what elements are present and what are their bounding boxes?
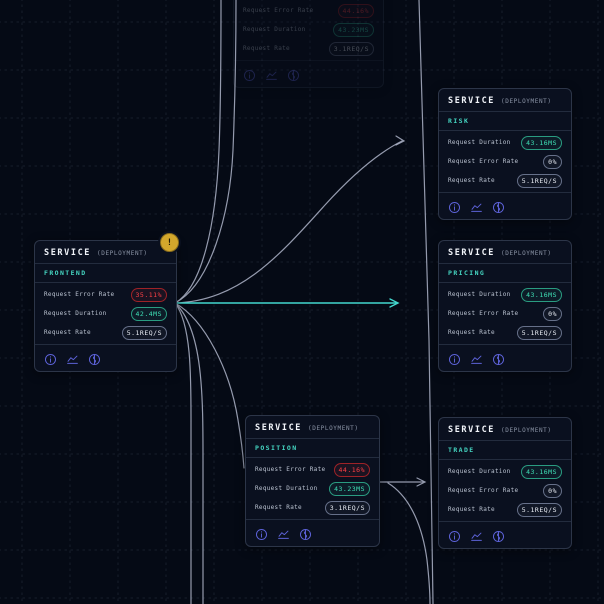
chart-icon[interactable] bbox=[277, 526, 290, 539]
info-icon[interactable] bbox=[448, 528, 461, 543]
service-graph-canvas[interactable]: SERVICE (DEPLOYMENT) Request Error Rate … bbox=[0, 0, 604, 604]
info-icon[interactable] bbox=[448, 199, 461, 214]
edge-frontend-top-a bbox=[174, 0, 222, 304]
metric-row: Request Error Rate 0% bbox=[439, 304, 571, 323]
edge-branch-down bbox=[387, 482, 431, 604]
chart-icon[interactable] bbox=[470, 199, 483, 212]
metric-label: Request Error Rate bbox=[255, 466, 326, 473]
metric-badge: 43.23MS bbox=[329, 481, 370, 496]
metric-row: Request Duration 43.16MS bbox=[439, 462, 571, 481]
brain-icon[interactable] bbox=[492, 199, 505, 214]
card-title: SERVICE bbox=[255, 423, 303, 433]
metric-row: Request Duration 43.16MS bbox=[439, 133, 571, 152]
card-title: SERVICE bbox=[44, 248, 92, 258]
card-type: (DEPLOYMENT) bbox=[501, 427, 552, 434]
metric-row: Request Duration 43.16MS bbox=[439, 285, 571, 304]
metric-badge: 43.16MS bbox=[521, 287, 562, 302]
chart-icon[interactable] bbox=[470, 351, 483, 364]
info-icon[interactable] bbox=[255, 526, 268, 541]
metric-row: Request Error Rate 44.16% bbox=[246, 460, 379, 479]
metric-label: Request Error Rate bbox=[448, 487, 519, 494]
service-name: FRONTEND bbox=[35, 264, 176, 283]
service-name: TRADE bbox=[439, 441, 571, 460]
card-type: (DEPLOYMENT) bbox=[501, 98, 552, 105]
metric-badge: 43.16MS bbox=[521, 464, 562, 479]
service-card-pricing[interactable]: SERVICE (DEPLOYMENT) PRICING Request Dur… bbox=[438, 240, 572, 372]
service-card-risk[interactable]: SERVICE (DEPLOYMENT) RISK Request Durati… bbox=[438, 88, 572, 220]
metric-label: Request Duration bbox=[255, 485, 318, 492]
metric-label: Request Rate bbox=[255, 504, 302, 511]
metric-row: Request Error Rate 35.11% bbox=[35, 285, 176, 304]
metric-badge: 44.16% bbox=[333, 462, 370, 477]
metric-badge: 42.4MS bbox=[130, 306, 167, 321]
metric-row: Request Rate 5.1REQ/S bbox=[35, 323, 176, 342]
metric-badge: 0% bbox=[543, 154, 562, 169]
metric-badge: 0% bbox=[543, 483, 562, 498]
metric-row: Request Rate 5.1REQ/S bbox=[439, 323, 571, 342]
warning-badge[interactable]: ! bbox=[160, 233, 179, 252]
metric-row: Request Duration 42.4MS bbox=[35, 304, 176, 323]
card-title: SERVICE bbox=[448, 248, 496, 258]
metric-label: Request Error Rate bbox=[44, 291, 115, 298]
edge-frontend-down-a bbox=[174, 302, 192, 604]
metric-badge: 0% bbox=[543, 306, 562, 321]
metric-badge: 43.16MS bbox=[521, 135, 562, 150]
metric-label: Request Duration bbox=[44, 310, 107, 317]
metric-label: Request Duration bbox=[448, 468, 511, 475]
metric-label: Request Rate bbox=[448, 177, 495, 184]
metric-badge: 35.11% bbox=[130, 287, 167, 302]
metric-row: Request Error Rate 0% bbox=[439, 152, 571, 171]
service-card-trade[interactable]: SERVICE (DEPLOYMENT) TRADE Request Durat… bbox=[438, 417, 572, 549]
metric-label: Request Error Rate bbox=[448, 310, 519, 317]
metric-row: Request Rate 5.1REQ/S bbox=[439, 500, 571, 519]
info-icon[interactable] bbox=[44, 351, 57, 366]
card-type: (DEPLOYMENT) bbox=[97, 250, 148, 257]
service-card-position[interactable]: SERVICE (DEPLOYMENT) POSITION Request Er… bbox=[245, 415, 380, 547]
metric-label: Request Duration bbox=[448, 139, 511, 146]
metric-badge: 5.1REQ/S bbox=[516, 502, 562, 517]
brain-icon[interactable] bbox=[88, 351, 101, 366]
metric-label: Request Error Rate bbox=[448, 158, 519, 165]
info-icon[interactable] bbox=[448, 351, 461, 366]
edge-long-right bbox=[418, 0, 434, 604]
brain-icon[interactable] bbox=[299, 526, 312, 541]
edge-frontend-risk bbox=[174, 140, 403, 304]
chart-icon[interactable] bbox=[470, 528, 483, 541]
metric-badge: 5.1REQ/S bbox=[121, 325, 167, 340]
metric-row: Request Rate 3.1REQ/S bbox=[246, 498, 379, 517]
card-title: SERVICE bbox=[448, 425, 496, 435]
service-name: RISK bbox=[439, 112, 571, 131]
metric-badge: 5.1REQ/S bbox=[516, 173, 562, 188]
metric-badge: 5.1REQ/S bbox=[516, 325, 562, 340]
metric-row: Request Error Rate 0% bbox=[439, 481, 571, 500]
card-type: (DEPLOYMENT) bbox=[308, 425, 359, 432]
brain-icon[interactable] bbox=[492, 351, 505, 366]
card-title: SERVICE bbox=[448, 96, 496, 106]
metric-label: Request Rate bbox=[44, 329, 91, 336]
metric-label: Request Rate bbox=[448, 329, 495, 336]
brain-icon[interactable] bbox=[492, 528, 505, 543]
metric-row: Request Duration 43.23MS bbox=[246, 479, 379, 498]
service-name: POSITION bbox=[246, 439, 379, 458]
card-type: (DEPLOYMENT) bbox=[501, 250, 552, 257]
metric-label: Request Duration bbox=[448, 291, 511, 298]
metric-row: Request Rate 5.1REQ/S bbox=[439, 171, 571, 190]
service-card-frontend[interactable]: SERVICE (DEPLOYMENT) FRONTEND Request Er… bbox=[34, 240, 177, 372]
chart-icon[interactable] bbox=[66, 351, 79, 364]
metric-badge: 3.1REQ/S bbox=[324, 500, 370, 515]
service-name: PRICING bbox=[439, 264, 571, 283]
edge-frontend-top-b bbox=[174, 0, 237, 304]
metric-label: Request Rate bbox=[448, 506, 495, 513]
